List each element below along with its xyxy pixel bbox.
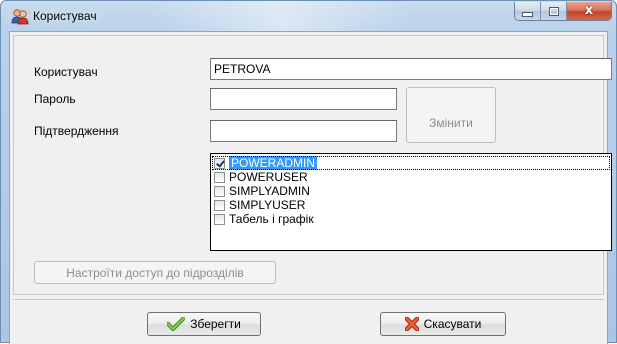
maximize-icon bbox=[548, 6, 559, 16]
minimize-button[interactable] bbox=[515, 2, 541, 20]
user-label: Користувач bbox=[34, 65, 98, 79]
cancel-label: Скасувати bbox=[423, 317, 482, 331]
red-x-icon bbox=[404, 317, 419, 331]
role-item[interactable]: Табель і графік bbox=[212, 212, 610, 226]
configure-department-access-button[interactable]: Настроїти доступ до підрозділів bbox=[34, 261, 276, 284]
role-label: SIMPLYADMIN bbox=[229, 184, 310, 198]
password-input[interactable] bbox=[210, 88, 397, 110]
minimize-icon bbox=[522, 11, 533, 17]
role-item[interactable]: POWERADMIN bbox=[212, 156, 610, 170]
role-label: POWERUSER bbox=[229, 170, 308, 184]
maximize-button[interactable] bbox=[541, 2, 567, 20]
roles-checklist[interactable]: POWERADMIN POWERUSER SIMPLYADMIN SIMPLYUSER… bbox=[210, 153, 612, 251]
title-bar-sheen bbox=[151, 1, 411, 31]
role-label: SIMPLYUSER bbox=[229, 198, 306, 212]
role-checkbox[interactable] bbox=[214, 185, 225, 197]
role-item[interactable]: POWERUSER bbox=[212, 170, 610, 184]
password-label: Пароль bbox=[34, 92, 76, 106]
role-item[interactable]: SIMPLYADMIN bbox=[212, 184, 610, 198]
dialog-window: Користувач x Користувач Пароль Підтвердж… bbox=[0, 0, 617, 344]
form-panel: Користувач Пароль Підтвердження Змінити … bbox=[13, 35, 612, 295]
save-button[interactable]: Зберегти bbox=[147, 312, 261, 336]
role-label: Табель і графік bbox=[229, 212, 314, 226]
checkmark-icon bbox=[167, 317, 186, 331]
footer-panel: Зберегти Скасувати bbox=[13, 299, 604, 343]
window-title: Користувач bbox=[33, 9, 97, 23]
dialog-client-area: Користувач Пароль Підтвердження Змінити … bbox=[9, 31, 612, 344]
save-label: Зберегти bbox=[190, 317, 241, 331]
caption-buttons: x bbox=[514, 2, 612, 21]
role-checkbox[interactable] bbox=[214, 213, 225, 225]
confirm-label: Підтвердження bbox=[34, 124, 119, 138]
close-icon: x bbox=[584, 3, 594, 18]
title-bar[interactable]: Користувач x bbox=[1, 1, 616, 31]
role-item[interactable]: SIMPLYUSER bbox=[212, 198, 610, 212]
role-checkbox[interactable] bbox=[214, 199, 225, 211]
users-icon bbox=[11, 9, 29, 25]
confirm-password-input[interactable] bbox=[210, 120, 397, 142]
cancel-button[interactable]: Скасувати bbox=[380, 312, 506, 336]
change-password-label: Змінити bbox=[429, 116, 473, 130]
user-input[interactable] bbox=[210, 58, 612, 80]
role-checkbox[interactable] bbox=[214, 157, 225, 169]
role-label: POWERADMIN bbox=[229, 156, 317, 170]
role-checkbox[interactable] bbox=[214, 171, 225, 183]
change-password-button[interactable]: Змінити bbox=[406, 87, 496, 143]
configure-department-access-label: Настроїти доступ до підрозділів bbox=[66, 265, 244, 280]
close-button[interactable]: x bbox=[567, 2, 611, 20]
